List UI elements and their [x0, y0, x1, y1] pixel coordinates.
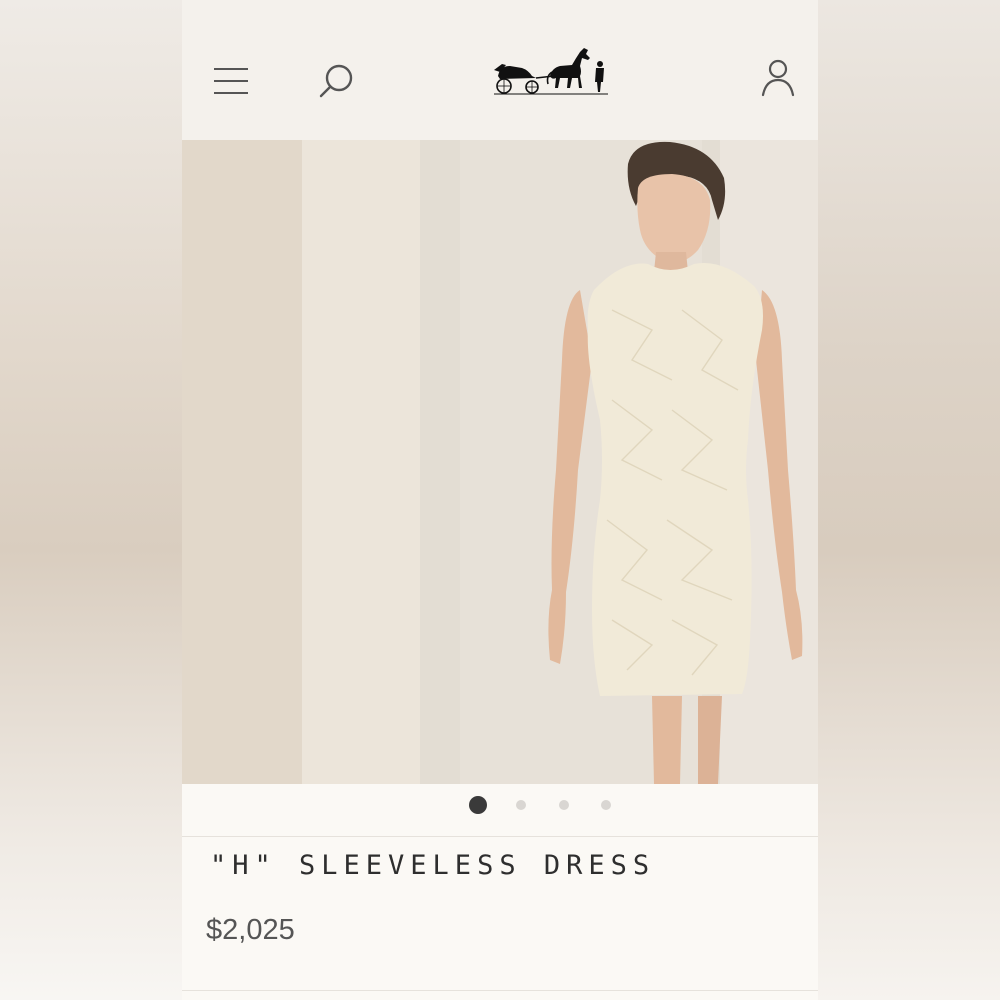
product-image[interactable] [182, 140, 818, 784]
hamburger-menu-icon[interactable] [214, 66, 248, 96]
top-nav-bar [182, 0, 818, 140]
carousel-dot-3[interactable] [559, 800, 569, 810]
bottom-divider [182, 990, 818, 991]
background-right [818, 0, 1000, 1000]
carousel-dot-4[interactable] [601, 800, 611, 810]
carousel-dot-2[interactable] [516, 800, 526, 810]
product-price: $2,025 [206, 914, 295, 946]
background-left [0, 0, 182, 1000]
section-divider [182, 836, 818, 837]
account-icon[interactable] [760, 58, 796, 98]
carousel-indicators [182, 784, 818, 836]
carriage-logo[interactable] [492, 42, 612, 98]
search-icon[interactable] [318, 62, 356, 100]
product-title: "H" SLEEVELESS DRESS [210, 850, 656, 881]
carousel-dot-1[interactable] [469, 796, 487, 814]
phone-screen: "H" SLEEVELESS DRESS $2,025 [182, 0, 818, 1000]
